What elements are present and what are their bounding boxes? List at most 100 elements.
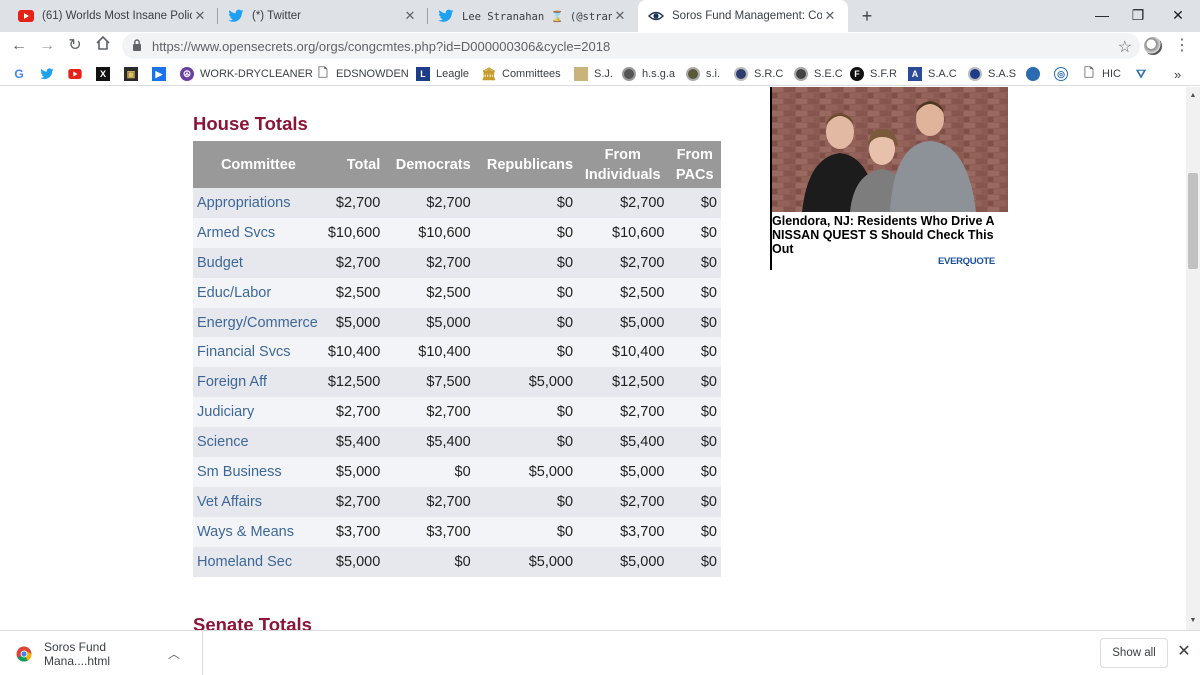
- browser-toolbar: ← → ↻ https://www.opensecrets.org/orgs/c…: [0, 32, 1200, 60]
- committee-link[interactable]: Energy/Commerce: [193, 307, 324, 338]
- committee-link[interactable]: Foreign Aff: [193, 367, 324, 398]
- democrats-cell: $3,700: [384, 516, 475, 547]
- ad-photo[interactable]: [772, 87, 1008, 212]
- show-all-button[interactable]: Show all: [1100, 638, 1168, 668]
- youtube-icon: [68, 67, 82, 81]
- reload-icon[interactable]: ↻: [64, 35, 86, 57]
- column-header-from-individuals[interactable]: From Individuals: [577, 141, 669, 188]
- committee-link[interactable]: Vet Affairs: [193, 486, 324, 517]
- bookmark-sac[interactable]: A S.A.C: [908, 66, 957, 82]
- scroll-up-icon[interactable]: ▲: [1186, 89, 1200, 103]
- bookmark-play[interactable]: ▶: [152, 66, 166, 82]
- total-cell: $5,400: [323, 427, 385, 458]
- page-scrollbar[interactable]: ▲ ▼: [1186, 87, 1200, 630]
- bookmark-x[interactable]: X: [96, 66, 110, 82]
- republicans-cell: $0: [474, 188, 578, 218]
- menu-icon[interactable]: ⋮: [1172, 35, 1192, 57]
- bookmark-hic[interactable]: 🗋 HIC: [1082, 66, 1121, 82]
- scroll-thumb[interactable]: [1188, 173, 1198, 269]
- individuals-cell: $3,700: [577, 516, 669, 547]
- house-totals-table: Committee Total Democrats Republicans Fr…: [193, 141, 721, 577]
- column-header-democrats[interactable]: Democrats: [384, 141, 475, 188]
- dark-square-icon: ▣: [124, 67, 138, 81]
- download-file-name: Soros Fund Mana....html: [44, 639, 111, 668]
- play-icon: ▶: [152, 67, 166, 81]
- leagle-icon: L: [416, 67, 430, 81]
- committee-link[interactable]: Ways & Means: [193, 516, 324, 547]
- bookmark-committees[interactable]: 🏛 Committees: [481, 66, 560, 82]
- bookmark-youtube[interactable]: [68, 66, 82, 82]
- column-header-total[interactable]: Total: [323, 141, 385, 188]
- new-tab-button[interactable]: +: [857, 6, 877, 26]
- x-icon: X: [96, 67, 110, 81]
- forward-icon[interactable]: →: [36, 35, 58, 57]
- column-header-republicans[interactable]: Republicans: [474, 141, 578, 188]
- ad-headline[interactable]: Glendora, NJ: Residents Who Drive A NISS…: [772, 214, 1004, 256]
- chevron-up-icon[interactable]: ︿: [168, 645, 180, 662]
- scroll-down-icon[interactable]: ▼: [1186, 614, 1200, 628]
- bookmark-google[interactable]: G: [12, 66, 26, 82]
- bookmark-leagle[interactable]: L Leagle: [416, 66, 469, 82]
- pacs-cell: $0: [668, 188, 721, 218]
- close-icon[interactable]: ✕: [612, 8, 628, 24]
- advertisement[interactable]: Glendora, NJ: Residents Who Drive A NISS…: [770, 87, 1008, 270]
- bookmark-sas[interactable]: S.A.S: [968, 66, 1016, 82]
- tab-youtube[interactable]: (61) Worlds Most Insane Police C ✕: [8, 0, 218, 32]
- republicans-cell: $0: [474, 337, 578, 368]
- committee-link[interactable]: Science: [193, 427, 324, 458]
- minimize-icon[interactable]: —: [1088, 4, 1116, 26]
- bookmark-dark[interactable]: ▣: [124, 66, 138, 82]
- committee-link[interactable]: Armed Svcs: [193, 217, 324, 248]
- bookmark-globe[interactable]: ◎: [1054, 66, 1068, 82]
- democrats-cell: $2,700: [384, 247, 475, 278]
- bookmark-sfr[interactable]: F S.F.R: [850, 66, 897, 82]
- committee-link[interactable]: Appropriations: [193, 188, 324, 218]
- back-icon[interactable]: ←: [8, 35, 30, 57]
- bookmark-label: S.A.S: [988, 68, 1017, 80]
- bookmark-label: S.R.C: [754, 68, 784, 80]
- seal-icon: [686, 67, 700, 81]
- bookmarks-overflow[interactable]: »: [1174, 66, 1181, 82]
- pacs-cell: $0: [668, 277, 721, 308]
- star-icon[interactable]: ☆: [1118, 37, 1132, 57]
- tab-lee-stranahan[interactable]: Lee Stranahan ⌛ (@stranahan) ✕: [428, 0, 638, 32]
- bookmark-twitter[interactable]: [40, 66, 54, 82]
- window-close-icon[interactable]: ✕: [1164, 4, 1192, 26]
- close-icon[interactable]: ✕: [822, 8, 838, 24]
- committee-link[interactable]: Judiciary: [193, 397, 324, 428]
- committee-link[interactable]: Educ/Labor: [193, 277, 324, 308]
- committee-link[interactable]: Financial Svcs: [193, 337, 324, 368]
- bookmark-sec[interactable]: S.E.C: [794, 66, 843, 82]
- bookmark-src[interactable]: S.R.C: [734, 66, 783, 82]
- twitter-icon: [228, 8, 244, 24]
- tab-title: Lee Stranahan ⌛ (@stranahan): [462, 10, 612, 23]
- column-header-from-pacs[interactable]: From PACs: [668, 141, 721, 188]
- table-row: Science $5,400 $5,400 $0 $5,400 $0: [193, 427, 721, 458]
- close-icon[interactable]: ✕: [402, 8, 418, 24]
- bookmark-work-drycleaner[interactable]: ☮ WORK-DRYCLEANER: [180, 66, 313, 82]
- bookmark-edsnowden[interactable]: 🗋 EDSNOWDEN: [316, 66, 409, 82]
- bookmark-hsga[interactable]: h.s.g.a: [622, 66, 675, 82]
- ad-brand-logo[interactable]: EVERQUOTE: [938, 256, 995, 267]
- bookmark-triangle[interactable]: ⛛: [1134, 66, 1148, 82]
- close-icon[interactable]: ✕: [1174, 642, 1194, 662]
- tab-twitter[interactable]: (*) Twitter ✕: [218, 0, 428, 32]
- address-bar[interactable]: https://www.opensecrets.org/orgs/congcmt…: [122, 33, 1140, 59]
- tab-opensecrets[interactable]: Soros Fund Management: Congr ✕: [638, 0, 848, 32]
- bookmark-shield[interactable]: [1026, 66, 1040, 82]
- total-cell: $2,700: [323, 247, 385, 278]
- committee-link[interactable]: Sm Business: [193, 457, 324, 487]
- table-row: Energy/Commerce $5,000 $5,000 $0 $5,000 $0: [193, 307, 721, 338]
- committee-link[interactable]: Homeland Sec: [193, 546, 324, 577]
- bookmark-si[interactable]: s.i.: [686, 66, 720, 82]
- restore-icon[interactable]: ❐: [1124, 4, 1152, 26]
- home-icon[interactable]: [92, 35, 114, 57]
- column-header-committee[interactable]: Committee: [193, 141, 324, 188]
- download-item[interactable]: Soros Fund Mana....html ︿: [0, 631, 203, 675]
- seal-icon: [622, 67, 636, 81]
- pacs-cell: $0: [668, 397, 721, 428]
- close-icon[interactable]: ✕: [192, 8, 208, 24]
- bookmark-sj[interactable]: S.J.: [574, 66, 613, 82]
- profile-avatar[interactable]: [1144, 37, 1162, 55]
- committee-link[interactable]: Budget: [193, 247, 324, 278]
